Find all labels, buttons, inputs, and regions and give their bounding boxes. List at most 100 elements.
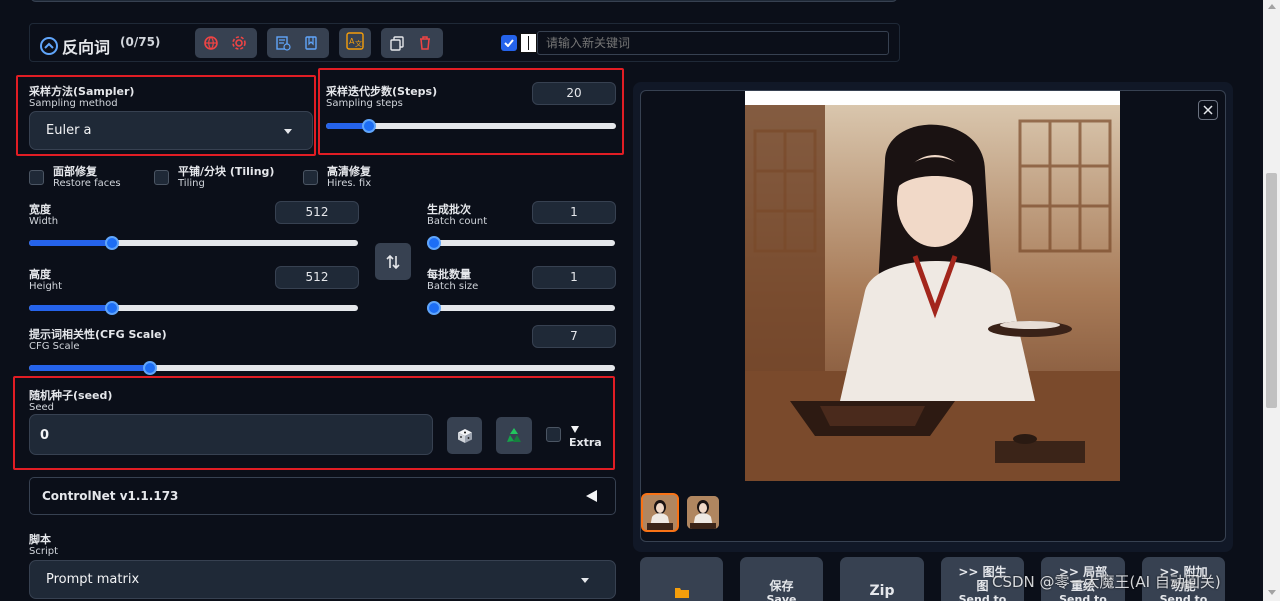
- tiling-checkbox[interactable]: [154, 170, 169, 185]
- height-label-en: Height: [29, 281, 63, 292]
- scroll-up-arrow[interactable]: [1268, 4, 1276, 9]
- globe-icon[interactable]: [199, 31, 223, 55]
- history-list-icon[interactable]: [271, 31, 295, 55]
- seed-label-cn: 随机种子(seed): [29, 389, 113, 402]
- save-label-en: Save: [766, 593, 797, 601]
- seed-input[interactable]: 0: [29, 414, 433, 455]
- keyword-checkbox[interactable]: [501, 35, 517, 51]
- width-number[interactable]: 512: [275, 201, 359, 224]
- script-label-en: Script: [29, 546, 59, 557]
- steps-slider-thumb[interactable]: [362, 119, 376, 133]
- width-label: 宽度 Width: [29, 204, 58, 228]
- watermark: CSDN @零一大魔王(AI 自动回关): [992, 573, 1221, 591]
- cfg-number[interactable]: 7: [532, 325, 616, 348]
- keyword-input[interactable]: [537, 31, 889, 55]
- thumbnail[interactable]: [687, 496, 719, 529]
- height-slider-thumb[interactable]: [105, 301, 119, 315]
- send-to-extras-en: Send to: [1159, 593, 1208, 601]
- tool-group-3: [381, 28, 443, 58]
- steps-label: 采样迭代步数(Steps) Sampling steps: [326, 86, 437, 110]
- batch-count-slider[interactable]: [427, 236, 615, 250]
- copy-icon[interactable]: [385, 31, 409, 55]
- extra-seed-checkbox[interactable]: [546, 427, 561, 442]
- sampler-label-en: Sampling method: [29, 98, 118, 109]
- random-seed-button[interactable]: [447, 417, 482, 454]
- cfg-slider[interactable]: [29, 361, 615, 375]
- batch-size-slider-thumb[interactable]: [427, 301, 441, 315]
- script-value: Prompt matrix: [46, 572, 140, 587]
- width-slider[interactable]: [29, 236, 358, 250]
- close-preview-button[interactable]: [1198, 100, 1218, 120]
- batch-size-slider[interactable]: [427, 301, 615, 315]
- height-slider[interactable]: [29, 301, 358, 315]
- translate-button[interactable]: A文: [339, 28, 371, 58]
- restore-faces-checkbox[interactable]: [29, 170, 44, 185]
- batch-count-label-cn: 生成批次: [427, 203, 471, 216]
- batch-size-label-cn: 每批数量: [427, 268, 471, 281]
- send-to-inpaint-en: Send to: [1059, 593, 1107, 601]
- script-label-cn: 脚本: [29, 533, 51, 546]
- positive-prompt-edge: [30, 0, 898, 2]
- generated-image[interactable]: [745, 91, 1120, 481]
- sampler-dropdown[interactable]: Euler a: [29, 111, 313, 150]
- restore-faces-label-cn: 面部修复: [53, 165, 97, 178]
- check-icon: [504, 39, 514, 47]
- batch-count-label: 生成批次 Batch count: [427, 204, 487, 228]
- trash-icon[interactable]: [413, 31, 437, 55]
- save-button[interactable]: 保存 Save: [740, 557, 823, 601]
- extra-label[interactable]: Extra: [569, 436, 602, 449]
- cfg-label-cn: 提示词相关性(CFG Scale): [29, 328, 167, 341]
- open-folder-button[interactable]: [640, 557, 723, 601]
- dice-icon: [457, 428, 472, 443]
- hires-fix-label: 高清修复 Hires. fix: [327, 166, 371, 190]
- send-to-img2img-en: Send to: [958, 593, 1007, 601]
- tiling-label-cn: 平铺/分块 (Tiling): [178, 165, 275, 178]
- height-number[interactable]: 512: [275, 266, 359, 289]
- reuse-seed-button[interactable]: [496, 417, 532, 454]
- swap-dimensions-button[interactable]: [375, 243, 411, 280]
- height-slider-fill: [29, 305, 112, 311]
- steps-number[interactable]: 20: [532, 82, 616, 105]
- steps-slider[interactable]: [326, 119, 616, 133]
- hires-fix-checkbox[interactable]: [303, 170, 318, 185]
- batch-count-number[interactable]: 1: [532, 201, 616, 224]
- scrollbar-thumb[interactable]: [1266, 173, 1277, 408]
- batch-size-label-en: Batch size: [427, 281, 479, 292]
- chevron-up-circle-icon: [40, 37, 58, 55]
- recycle-icon: [507, 427, 521, 442]
- scroll-down-arrow[interactable]: [1268, 590, 1276, 595]
- page-scrollbar[interactable]: [1263, 0, 1280, 601]
- seed-label-en: Seed: [29, 402, 54, 413]
- controlnet-title: ControlNet v1.1.173: [42, 489, 179, 503]
- save-label-cn: 保存: [769, 579, 794, 593]
- cfg-slider-thumb[interactable]: [143, 361, 157, 375]
- caret-down-icon: [284, 129, 292, 134]
- thumbnail-selected[interactable]: [641, 493, 679, 532]
- batch-count-slider-thumb[interactable]: [427, 236, 441, 250]
- cfg-label: 提示词相关性(CFG Scale) CFG Scale: [29, 329, 167, 353]
- triangle-down-icon: [571, 426, 579, 433]
- sampler-value: Euler a: [46, 123, 92, 138]
- steps-label-en: Sampling steps: [326, 98, 403, 109]
- restore-faces-label-en: Restore faces: [53, 178, 121, 189]
- gear-icon[interactable]: [227, 31, 251, 55]
- hires-fix-label-cn: 高清修复: [327, 165, 371, 178]
- seed-value: 0: [40, 428, 50, 443]
- seed-label: 随机种子(seed) Seed: [29, 390, 112, 414]
- bookmark-icon[interactable]: [299, 31, 323, 55]
- restore-faces-label: 面部修复 Restore faces: [53, 166, 121, 190]
- translate-icon: A文: [346, 32, 364, 54]
- tool-group-1: [195, 28, 257, 58]
- script-dropdown[interactable]: Prompt matrix: [29, 560, 616, 599]
- negative-prompt-header: 反向词 (0/75) A文: [29, 23, 900, 62]
- width-slider-thumb[interactable]: [105, 236, 119, 250]
- close-icon: [1203, 105, 1213, 115]
- swap-arrows-icon: [386, 254, 400, 269]
- batch-size-number[interactable]: 1: [532, 266, 616, 289]
- controlnet-accordion[interactable]: ControlNet v1.1.173: [29, 477, 616, 515]
- triangle-left-icon: [586, 490, 597, 502]
- zip-button[interactable]: Zip: [840, 557, 924, 601]
- text-cursor-icon: [520, 33, 537, 53]
- collapse-toggle[interactable]: 反向词: [40, 34, 110, 58]
- tiling-label-en: Tiling: [178, 178, 205, 189]
